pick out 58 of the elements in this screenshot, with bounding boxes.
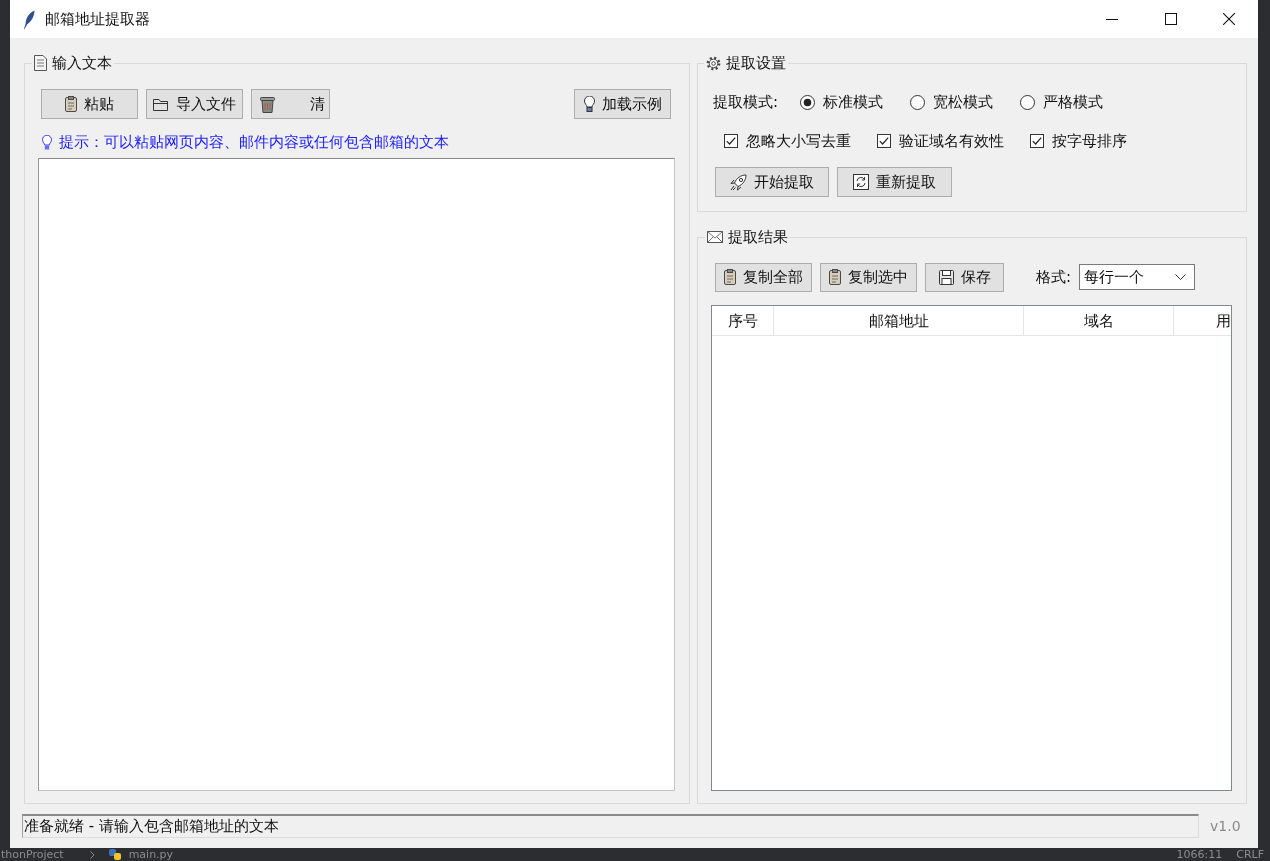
radio-label[interactable]: 标准模式 [823,92,884,112]
chevron-right-icon [89,850,95,859]
chevron-down-icon [1175,274,1187,280]
status-bar: 准备就绪 - 请输入包含邮箱地址的文本 [22,814,1199,838]
file-breadcrumb[interactable]: main.py [128,848,174,861]
format-dropdown[interactable]: 每行一个 [1079,264,1196,290]
panel-title: 输入文本 [52,55,112,71]
save-button[interactable]: 保存 [925,262,1004,292]
minimize-icon [1105,18,1118,20]
maximize-icon [1164,13,1177,25]
lightbulb-icon [42,134,52,150]
copy-all-button[interactable]: 复制全部 [715,262,812,292]
checkbox[interactable] [1030,134,1044,148]
checkbox-label[interactable]: 忽略大小写去重 [746,131,851,151]
refresh-icon [853,174,869,190]
column-header[interactable]: 域名 [1024,306,1174,336]
settings-icon [706,55,721,71]
column-header[interactable]: 邮箱地址 [774,306,1024,336]
column-header[interactable]: 序号 [712,306,774,336]
paste-button[interactable]: 粘贴 [41,89,138,119]
trash-bin-icon [260,95,275,113]
panel-title: 提取设置 [726,55,786,71]
line-ending[interactable]: CRLF [1236,848,1264,861]
load-example-button[interactable]: 加载示例 [574,89,671,119]
radio-button[interactable] [800,94,816,110]
re-extract-button[interactable]: 重新提取 [837,167,952,197]
clipboard-icon [829,269,841,285]
clear-button[interactable]: 清 [251,89,330,119]
file-type-icon [108,849,121,860]
close-icon [1223,13,1235,25]
mode-label: 提取模式: [713,92,779,112]
rocket-icon [730,173,747,191]
radio-button[interactable] [910,94,926,110]
copy-selected-button[interactable]: 复制选中 [820,262,917,292]
version-label: v1.0 [1210,818,1241,834]
clipboard-icon [65,96,77,112]
window-title: 邮箱地址提取器 [45,10,150,28]
radio-button[interactable] [1020,94,1036,110]
start-extract-button[interactable]: 开始提取 [715,167,829,197]
checkbox[interactable] [877,134,891,148]
checkbox-label[interactable]: 验证域名有效性 [899,131,1004,151]
feather-icon [23,9,35,29]
panel-title: 提取结果 [728,229,788,245]
cursor-position[interactable]: 1066:11 [1176,848,1223,861]
project-breadcrumb[interactable]: thonProject [1,848,64,861]
clipboard-icon [724,269,736,285]
folder-icon [153,97,169,111]
radio-label[interactable]: 宽松模式 [933,92,994,112]
hint-text: 提示：可以粘贴网页内容、邮件内容或任何包含邮箱的文本 [59,133,449,151]
envelope-icon [707,231,723,243]
format-label: 格式: [1036,267,1072,287]
lightbulb-icon [583,96,595,112]
input-text-area[interactable] [38,158,675,791]
checkbox-label[interactable]: 按字母排序 [1052,131,1127,151]
radio-label[interactable]: 严格模式 [1043,92,1104,112]
import-file-button[interactable]: 导入文件 [146,89,243,119]
document-icon [34,55,47,71]
checkbox[interactable] [724,134,738,148]
